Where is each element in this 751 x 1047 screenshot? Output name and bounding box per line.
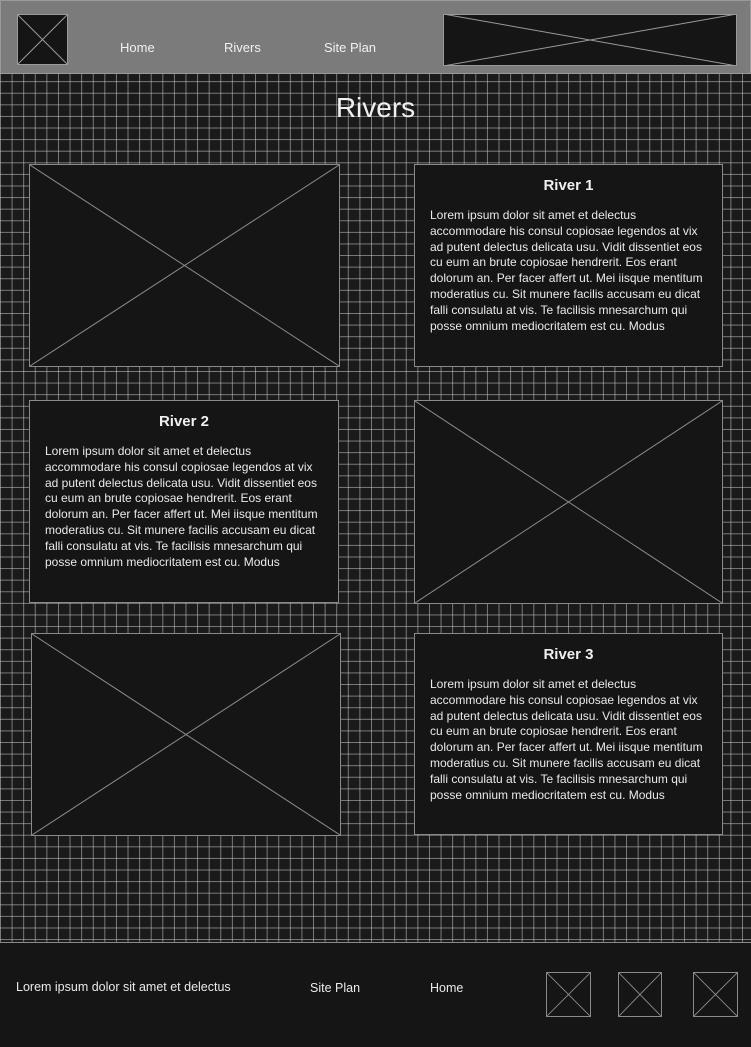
header-banner-placeholder <box>443 14 737 66</box>
image-placeholder-icon <box>32 634 340 835</box>
footer-social-2[interactable] <box>618 972 662 1017</box>
logo-placeholder[interactable] <box>17 14 68 65</box>
river-2-title: River 2 <box>158 413 210 430</box>
river-1-description: Lorem ipsum dolor sit amet et delectus a… <box>430 208 703 333</box>
footer-site-plan-link[interactable]: Site Plan <box>310 981 360 995</box>
footer-social-1[interactable] <box>546 972 591 1017</box>
footer-text: Lorem ipsum dolor sit amet et delectus <box>16 980 231 994</box>
river-2-card: River 2 Lorem ipsum dolor sit amet et de… <box>29 400 339 603</box>
river-2-description: Lorem ipsum dolor sit amet et delectus a… <box>45 444 318 569</box>
image-placeholder-icon <box>694 973 737 1016</box>
river-1-title: River 1 <box>543 177 594 194</box>
image-placeholder-icon <box>547 973 590 1016</box>
site-header: Home Rivers Site Plan <box>0 0 751 74</box>
image-placeholder-icon <box>30 165 339 366</box>
river-2-image-placeholder <box>414 400 723 604</box>
page-title: Rivers <box>335 92 416 123</box>
image-placeholder-icon <box>17 14 68 65</box>
image-placeholder-icon <box>415 401 722 603</box>
river-1-image-placeholder <box>29 164 340 367</box>
river-1-card: River 1 Lorem ipsum dolor sit amet et de… <box>414 164 723 367</box>
nav-home-link[interactable]: Home <box>120 40 155 55</box>
footer-home-link[interactable]: Home <box>430 981 463 995</box>
nav-site-plan-link[interactable]: Site Plan <box>324 40 376 55</box>
river-3-description: Lorem ipsum dolor sit amet et delectus a… <box>430 677 703 802</box>
image-placeholder-icon <box>443 14 737 66</box>
nav-rivers-link[interactable]: Rivers <box>224 40 261 55</box>
river-3-image-placeholder <box>31 633 341 836</box>
site-footer: Lorem ipsum dolor sit amet et delectus S… <box>0 942 751 1047</box>
footer-social-3[interactable] <box>693 972 738 1017</box>
river-3-card: River 3 Lorem ipsum dolor sit amet et de… <box>414 633 723 835</box>
river-3-title: River 3 <box>543 646 594 663</box>
image-placeholder-icon <box>619 973 661 1016</box>
